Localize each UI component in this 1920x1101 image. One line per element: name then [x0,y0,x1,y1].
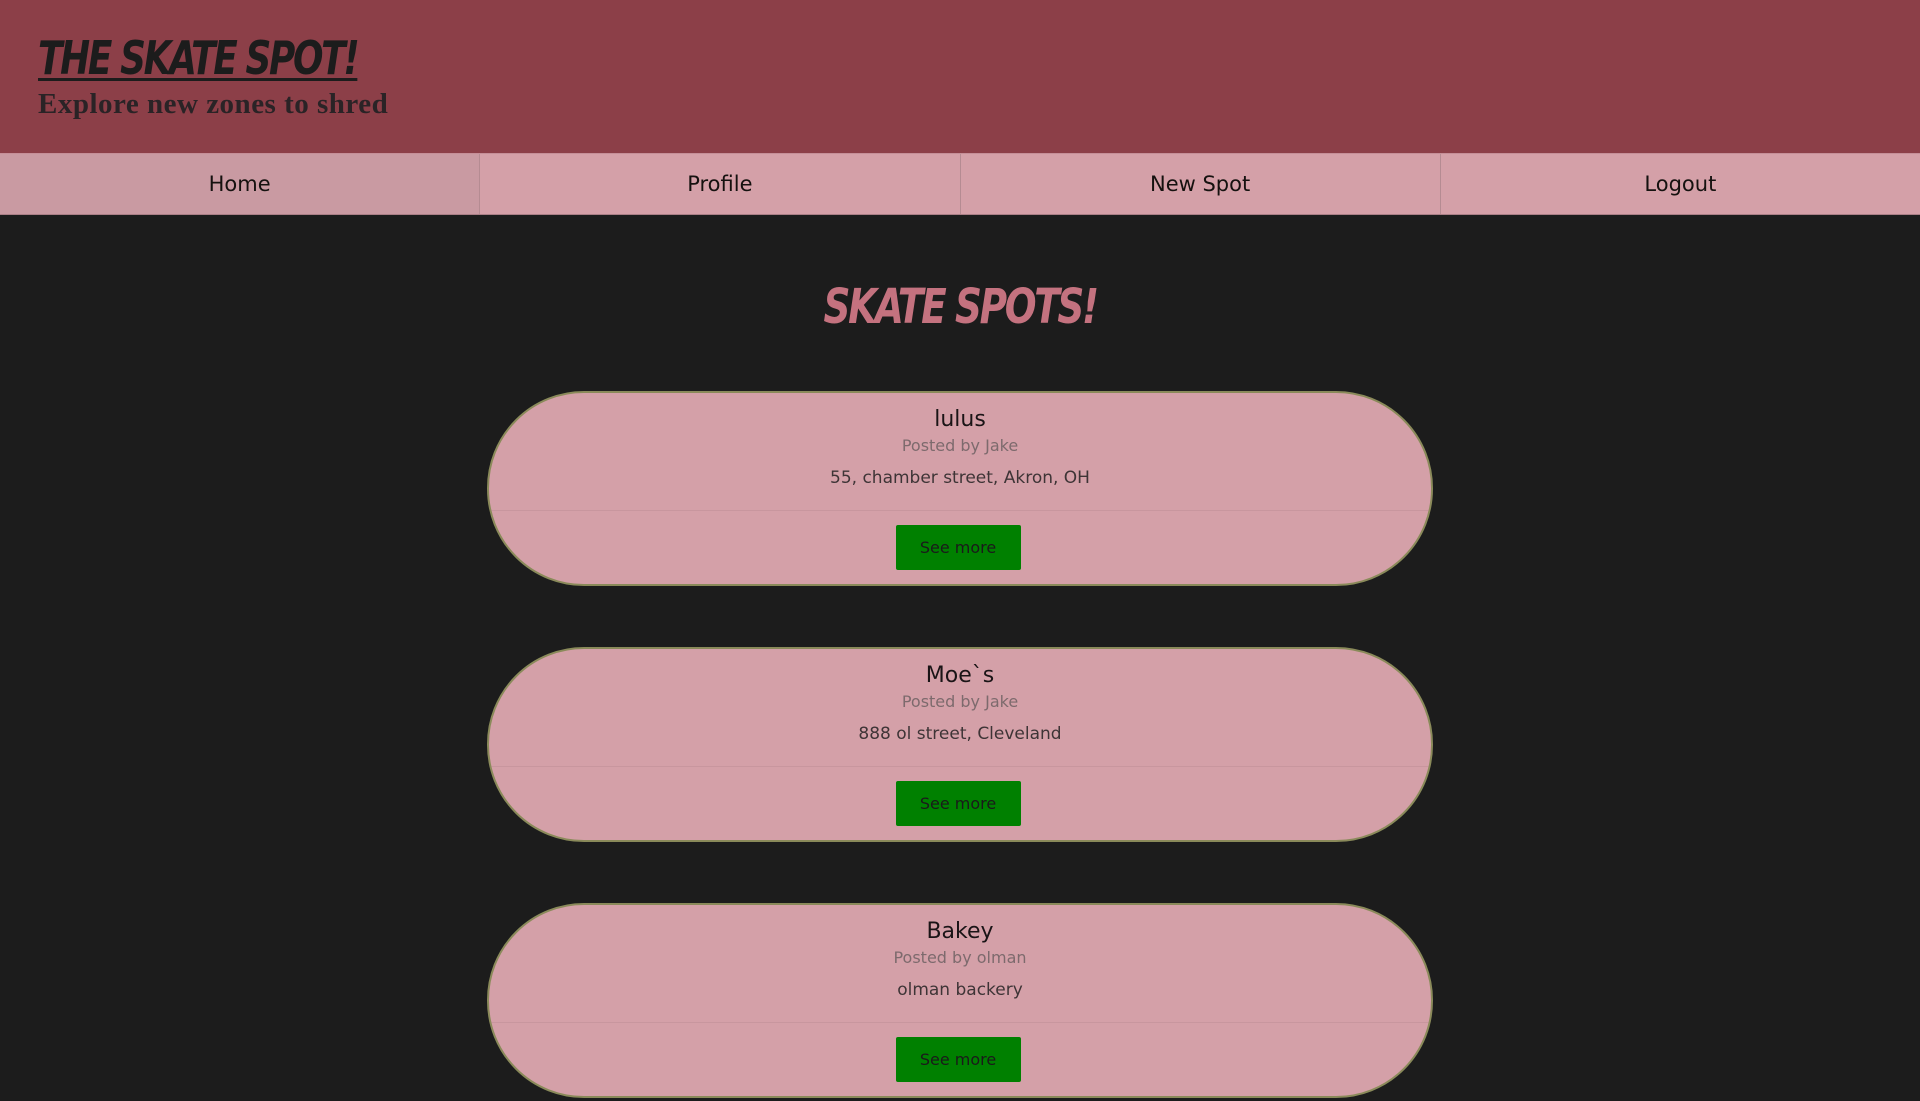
page-title: SKATE SPOTS! [823,279,1099,335]
nav-item-new-spot[interactable]: New Spot [961,154,1441,214]
site-title[interactable]: THE SKATE SPOT! [38,28,360,88]
site-tagline: Explore new zones to shred [38,88,389,120]
spot-author: Posted by Jake [901,692,1019,711]
see-more-button[interactable]: See more [895,1037,1021,1082]
spot-author: Posted by olman [893,948,1027,967]
see-more-button[interactable]: See more [895,525,1021,570]
main-content: SKATE SPOTS! lulus Posted by Jake 55, ch… [0,215,1920,1098]
spot-name: lulus [934,407,986,432]
spot-name: Bakey [926,919,994,944]
spot-card-footer: See more [489,767,1431,840]
spot-author: Posted by Jake [901,436,1019,455]
spot-card: Moe`s Posted by Jake 888 ol street, Clev… [487,647,1433,842]
spot-address: 55, chamber street, Akron, OH [830,468,1090,488]
spot-address: 888 ol street, Cleveland [858,724,1062,744]
spot-card: Bakey Posted by olman olman backery See … [487,903,1433,1098]
nav-item-logout[interactable]: Logout [1441,154,1920,214]
spot-address: olman backery [897,980,1023,1000]
spot-card-footer: See more [489,1023,1431,1096]
spot-card-body: Bakey Posted by olman olman backery [489,905,1431,1023]
spot-card-body: lulus Posted by Jake 55, chamber street,… [489,393,1431,511]
spot-card: lulus Posted by Jake 55, chamber street,… [487,391,1433,586]
see-more-button[interactable]: See more [895,781,1021,826]
spot-card-body: Moe`s Posted by Jake 888 ol street, Clev… [489,649,1431,767]
spot-card-footer: See more [489,511,1431,584]
main-nav: Home Profile New Spot Logout [0,153,1920,215]
site-header: THE SKATE SPOT! Explore new zones to shr… [0,0,1920,153]
spot-list: lulus Posted by Jake 55, chamber street,… [487,391,1433,1098]
spot-name: Moe`s [925,663,995,688]
nav-item-profile[interactable]: Profile [480,154,961,214]
nav-item-home[interactable]: Home [0,154,481,214]
